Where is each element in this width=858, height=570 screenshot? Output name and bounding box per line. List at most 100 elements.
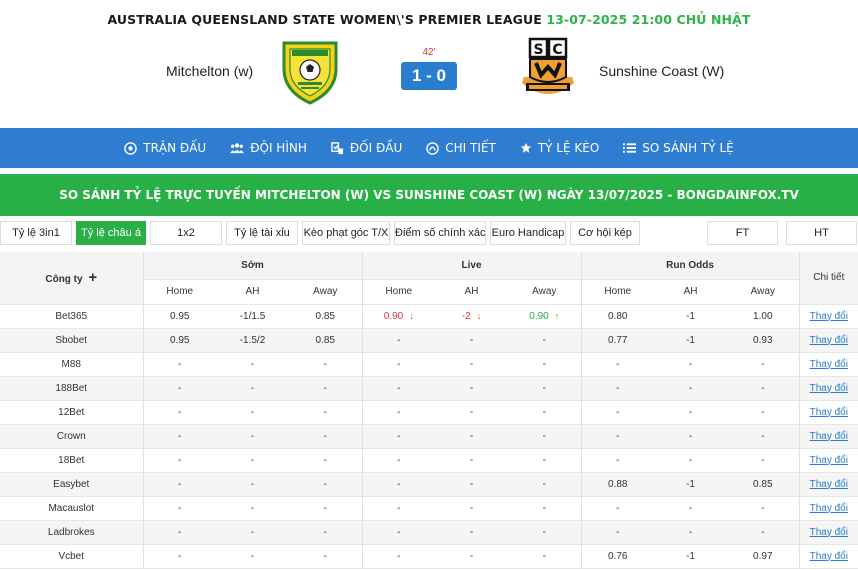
- odds-value: -: [250, 526, 255, 538]
- home-team-logo[interactable]: [278, 39, 342, 105]
- nav-item-tran-dau[interactable]: TRẬN ĐẤU: [112, 141, 218, 155]
- away-team-name[interactable]: Sunshine Coast (W): [599, 63, 724, 79]
- odds-value: -: [178, 430, 182, 442]
- change-history-link[interactable]: Thay đổi: [810, 479, 848, 490]
- odds-cell: -: [508, 400, 582, 425]
- odds-value: -: [469, 430, 474, 442]
- odds-value: -: [616, 358, 620, 370]
- company-header[interactable]: Công ty +: [0, 252, 143, 305]
- odds-cell: -: [727, 520, 800, 545]
- sub-header-away: Away: [727, 279, 800, 305]
- odds-cell: 0.90 ↑: [508, 304, 582, 329]
- odds-value: -: [542, 382, 546, 394]
- tab-ty-le-chau-a[interactable]: Tỷ lệ châu á: [76, 221, 146, 245]
- nav-item-label: TỶ LỆ KÈO: [537, 141, 600, 155]
- nav-item-doi-hinh[interactable]: ĐỘI HÌNH: [218, 141, 319, 155]
- match-datetime: 13-07-2025 21:00 CHỦ NHẬT: [546, 12, 751, 27]
- odds-value: -: [178, 358, 182, 370]
- change-history-link[interactable]: Thay đổi: [810, 383, 848, 394]
- odds-value: -: [323, 478, 327, 490]
- table-row: Ladbrokes - - - - - - - - - Thay đổi: [0, 520, 858, 545]
- change-history-link[interactable]: Thay đổi: [810, 359, 848, 370]
- odds-value: -: [469, 334, 474, 346]
- home-team-name[interactable]: Mitchelton (w): [166, 63, 253, 79]
- nav-item-so-sanh-ty-le[interactable]: SO SÁNH TỶ LỆ: [611, 141, 745, 155]
- odds-value: -: [542, 358, 546, 370]
- tab-ht[interactable]: HT: [786, 221, 857, 245]
- change-history-link[interactable]: Thay đổi: [810, 455, 848, 466]
- odds-value: 0.90: [383, 310, 404, 322]
- odds-tabs: Tỷ lệ 3in1 Tỷ lệ châu á 1x2 Tỷ lệ tài xỉ…: [0, 221, 858, 245]
- odds-value: 0.76: [608, 550, 628, 562]
- odds-value: -: [250, 406, 255, 418]
- company-name[interactable]: Ladbrokes: [0, 520, 143, 545]
- tab-1x2[interactable]: 1x2: [150, 221, 222, 245]
- odds-value: -: [178, 526, 182, 538]
- odds-value: -: [616, 454, 620, 466]
- table-row: M88 - - - - - - - - - Thay đổi: [0, 352, 858, 377]
- odds-cell: -: [508, 520, 582, 545]
- table-row: Crown - - - - - - - - - Thay đổi: [0, 424, 858, 449]
- odds-cell: -: [142, 496, 216, 521]
- away-team-logo[interactable]: S C: [516, 37, 580, 101]
- company-name[interactable]: Sbobet: [0, 328, 143, 353]
- odds-value: -: [323, 406, 327, 418]
- tab-ty-le-tai-xiu[interactable]: Tỷ lệ tài xỉu: [226, 221, 298, 245]
- odds-value: -: [250, 454, 255, 466]
- company-name[interactable]: 12Bet: [0, 400, 143, 425]
- nav-item-ty-le-keo[interactable]: TỶ LỆ KÈO: [508, 141, 611, 155]
- change-history-link[interactable]: Thay đổi: [810, 311, 848, 322]
- nav-item-doi-dau[interactable]: ĐỐI ĐẦU: [319, 141, 414, 155]
- odds-cell: -: [142, 544, 216, 569]
- tab-diem-so-chinh-xac[interactable]: Điểm số chính xác: [394, 221, 486, 245]
- odds-cell: -: [142, 472, 216, 497]
- change-history-link[interactable]: Thay đổi: [810, 431, 848, 442]
- odds-value: -: [542, 430, 546, 442]
- change-history-link[interactable]: Thay đổi: [810, 335, 848, 346]
- nav-item-label: ĐỐI ĐẦU: [349, 141, 403, 155]
- tab-ty-le-3in1[interactable]: Tỷ lệ 3in1: [0, 221, 72, 245]
- odds-value: -: [178, 454, 182, 466]
- tab-euro-handicap[interactable]: Euro Handicap: [490, 221, 566, 245]
- odds-cell: -: [654, 376, 728, 401]
- detail-cell: Thay đổi: [798, 544, 858, 569]
- odds-cell: -: [289, 472, 362, 497]
- plus-icon[interactable]: +: [88, 269, 97, 286]
- company-name[interactable]: Crown: [0, 424, 143, 449]
- odds-cell: 0.76: [580, 544, 655, 569]
- tab-ft[interactable]: FT: [707, 221, 778, 245]
- odds-value: -: [469, 382, 474, 394]
- nav-item-chi-tiet[interactable]: CHI TIẾT: [414, 141, 508, 155]
- odds-value: -: [323, 502, 327, 514]
- company-name[interactable]: Bet365: [0, 304, 143, 329]
- arrow-down-icon: ↓: [476, 310, 482, 321]
- odds-value: -1: [686, 310, 695, 322]
- odds-value: -: [397, 550, 401, 562]
- company-name[interactable]: 188Bet: [0, 376, 143, 401]
- change-history-link[interactable]: Thay đổi: [810, 527, 848, 538]
- odds-value: 0.77: [608, 334, 628, 346]
- odds-cell: -: [289, 496, 362, 521]
- odds-table-body: Bet365 0.95 -1/1.5 0.85 0.90 ↓ -2 ↓ 0.90 ↑ 0.80 -1 1…: [0, 304, 858, 569]
- odds-cell: -1: [654, 544, 728, 569]
- company-name[interactable]: 18Bet: [0, 448, 143, 473]
- odds-value: -: [542, 526, 546, 538]
- odds-value: -: [688, 526, 693, 538]
- odds-value: -: [542, 550, 546, 562]
- change-history-link[interactable]: Thay đổi: [810, 503, 848, 514]
- nav-item-label: SO SÁNH TỶ LỆ: [642, 141, 734, 155]
- company-name[interactable]: M88: [0, 352, 143, 377]
- change-history-link[interactable]: Thay đổi: [810, 407, 848, 418]
- change-history-link[interactable]: Thay đổi: [810, 551, 848, 562]
- tab-keo-phat-goc[interactable]: Kèo phạt góc T/X: [302, 221, 390, 245]
- company-name[interactable]: Easybet: [0, 472, 143, 497]
- tab-co-hoi-kep[interactable]: Cơ hội kép: [570, 221, 640, 245]
- company-name[interactable]: Macauslot: [0, 496, 143, 521]
- company-name[interactable]: Vcbet: [0, 544, 143, 569]
- odds-cell: -: [216, 472, 289, 497]
- odds-cell: -1/1.5: [216, 304, 289, 329]
- odds-cell: -: [508, 424, 582, 449]
- odds-value: -: [469, 478, 474, 490]
- match-header: AUSTRALIA QUEENSLAND STATE WOMEN\'S PREM…: [0, 0, 858, 128]
- odds-cell: -: [727, 448, 800, 473]
